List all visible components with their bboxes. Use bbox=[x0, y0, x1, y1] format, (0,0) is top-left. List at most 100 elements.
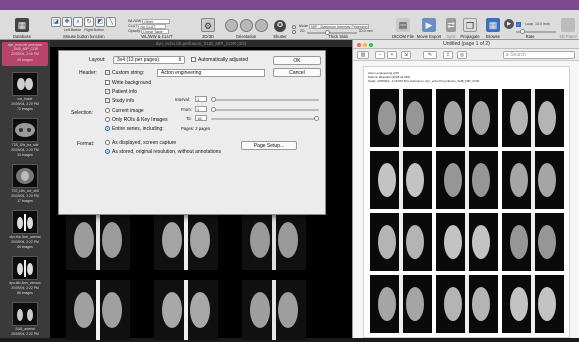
rate-slider-knob[interactable] bbox=[520, 29, 525, 34]
sync-group[interactable]: ⇄ Sync bbox=[444, 10, 458, 40]
from-slider[interactable] bbox=[211, 107, 319, 112]
browse-group[interactable]: ▦ Browse bbox=[484, 10, 502, 40]
patient-info-row[interactable]: ✓ Patient info bbox=[105, 89, 137, 95]
mip-image[interactable] bbox=[242, 210, 306, 270]
fit-page-icon[interactable]: ⇲ bbox=[401, 51, 411, 59]
mip-image[interactable] bbox=[66, 280, 130, 340]
sync-icon[interactable]: ⇄ bbox=[446, 18, 456, 32]
search-field[interactable]: ⌕ Search bbox=[503, 51, 575, 59]
patient-info-checkbox[interactable]: ✓ bbox=[105, 89, 110, 95]
study-info-checkbox[interactable]: ✓ bbox=[105, 98, 110, 104]
coronal-orientation-icon[interactable] bbox=[239, 19, 253, 32]
study-info-row[interactable]: ✓ Study info bbox=[105, 98, 134, 104]
as-stored-radio[interactable] bbox=[105, 149, 110, 155]
ok-button[interactable]: OK bbox=[273, 56, 321, 65]
database-group[interactable]: ▦ Database bbox=[4, 10, 40, 40]
series-item[interactable]: dyn_echo bh perfusion _SUB_MIP_COR 20/09… bbox=[2, 42, 48, 66]
to-slider[interactable] bbox=[211, 116, 319, 121]
dicom-file-icon[interactable]: ▤ bbox=[396, 18, 410, 32]
to-input[interactable]: 15 bbox=[195, 115, 207, 121]
mip-image[interactable] bbox=[66, 210, 130, 270]
shutter-icon[interactable]: ✪ bbox=[274, 20, 286, 32]
contrast-icon[interactable]: ◩ bbox=[95, 17, 105, 27]
slab-slider[interactable] bbox=[306, 29, 357, 35]
close-dot-icon[interactable] bbox=[357, 43, 361, 47]
from-input[interactable]: 1 bbox=[195, 106, 207, 112]
wlww-label: WL/WW & CLUT bbox=[141, 34, 173, 39]
zoom-out-icon[interactable]: − bbox=[375, 51, 385, 59]
as-displayed-row[interactable]: As displayed, screen capture bbox=[105, 140, 176, 146]
move-icon[interactable]: ✚ bbox=[62, 17, 72, 27]
mip-image[interactable] bbox=[154, 280, 218, 340]
rotate-icon[interactable]: ↻ bbox=[84, 17, 94, 27]
custom-string-input[interactable]: Acton engineering bbox=[157, 69, 265, 77]
2d3d-icon[interactable]: ⚙ bbox=[201, 18, 215, 32]
dicom-file-group[interactable]: ▤ DICOM File bbox=[392, 10, 414, 40]
3d-panel-group[interactable]: 3D Panel bbox=[558, 10, 578, 40]
auto-adjust-checkbox[interactable] bbox=[191, 57, 196, 63]
series-item[interactable]: dyn-tkb-3cm_arterial 20/09/04, 2:22 PM 6… bbox=[2, 210, 48, 250]
custom-string-row[interactable]: ✓ Custom string: bbox=[105, 70, 144, 76]
kidney-mip-icon bbox=[378, 151, 424, 209]
as-displayed-radio[interactable] bbox=[105, 140, 110, 146]
play-icon[interactable]: ▶ bbox=[504, 19, 514, 29]
movie-export-group[interactable]: ▶ Movie Export bbox=[416, 10, 442, 40]
interval-slider[interactable] bbox=[211, 97, 319, 102]
preview-page[interactable]: Acton engineering 2/15 Patient: Beautifu… bbox=[363, 66, 570, 338]
shutter-group[interactable]: ✪ Shutter bbox=[270, 10, 290, 40]
slab-2d-radio[interactable] bbox=[292, 29, 296, 34]
sagittal-orientation-icon[interactable] bbox=[254, 19, 268, 32]
interval-slider-knob[interactable] bbox=[211, 97, 216, 102]
movie-export-icon[interactable]: ▶ bbox=[422, 18, 436, 32]
share-icon[interactable]: ⇪ bbox=[443, 51, 453, 59]
right-button-label[interactable]: Right Button bbox=[84, 28, 104, 33]
cancel-button[interactable]: Cancel bbox=[273, 68, 321, 77]
zoom-in-icon[interactable]: + bbox=[387, 51, 397, 59]
browse-icon[interactable]: ▦ bbox=[486, 18, 500, 32]
propagate-group[interactable]: ❐ Propagate bbox=[458, 10, 482, 40]
series-item[interactable]: SUB_arterial 20/09/04, 2:22 PM bbox=[2, 302, 48, 336]
markup-icon[interactable]: ✎ bbox=[423, 51, 437, 59]
series-item[interactable]: cor_haste 20/09/04, 2:20 PM 72 images bbox=[2, 72, 48, 112]
current-image-radio[interactable] bbox=[105, 108, 110, 114]
window-level-icon[interactable]: ◪ bbox=[51, 17, 61, 27]
only-rois-radio[interactable] bbox=[105, 117, 110, 123]
loop-checkbox[interactable]: ✓ bbox=[516, 21, 521, 27]
propagate-icon[interactable]: ❐ bbox=[463, 18, 477, 32]
mode-radio[interactable] bbox=[292, 24, 296, 29]
zoom-dot-icon[interactable] bbox=[369, 43, 373, 47]
write-background-row[interactable]: Write background bbox=[105, 80, 151, 86]
interval-input[interactable]: 1 bbox=[195, 96, 207, 102]
only-rois-row[interactable]: Only ROIs & Key Images bbox=[105, 117, 168, 123]
as-stored-row[interactable]: As stored, original resolution, without … bbox=[105, 149, 221, 155]
rate-slider[interactable] bbox=[516, 29, 556, 34]
database-icon[interactable]: ▦ bbox=[15, 18, 29, 32]
layout-select[interactable]: 3x4 (12 per pages) ⇕ bbox=[113, 56, 185, 64]
rate-group: ▶ ✓ Loop 10.0 im/s Rate bbox=[504, 10, 556, 40]
sidebar-toggle-icon[interactable]: ▥ bbox=[357, 51, 369, 59]
series-item[interactable]: T2S_t2fs_tra_shif 20/09/04, 2:20 PM 33 i… bbox=[2, 118, 48, 158]
2d3d-group[interactable]: ⚙ 2D/3D bbox=[196, 10, 220, 40]
minimize-dot-icon[interactable] bbox=[363, 43, 367, 47]
left-button-label[interactable]: Left Button bbox=[64, 28, 81, 33]
write-background-checkbox[interactable] bbox=[105, 80, 110, 86]
from-slider-knob[interactable] bbox=[211, 107, 216, 112]
series-item[interactable]: dyn-tkb-3cm_venous 20/09/04, 2:22 PM 66 … bbox=[2, 256, 48, 296]
axial-orientation-icon[interactable] bbox=[224, 19, 238, 32]
zoom-icon[interactable]: ⌕ bbox=[73, 17, 83, 27]
custom-string-checkbox[interactable]: ✓ bbox=[105, 70, 110, 76]
entire-series-row[interactable]: Entire series, including: bbox=[105, 126, 164, 132]
to-slider-knob[interactable] bbox=[314, 116, 319, 121]
entire-series-radio[interactable] bbox=[105, 126, 110, 132]
series-item[interactable]: T2S_t2fs_cor_shif 20/09/04, 2:20 PM 17 i… bbox=[2, 164, 48, 204]
custom-string-label: Custom string: bbox=[112, 70, 145, 76]
auto-adjust-row[interactable]: Automatically adjusted bbox=[191, 57, 248, 63]
roi-icon[interactable]: ╲ bbox=[106, 17, 116, 27]
mip-image[interactable] bbox=[242, 280, 306, 340]
mip-image[interactable] bbox=[154, 210, 218, 270]
3d-panel-icon[interactable] bbox=[561, 18, 575, 32]
current-image-row[interactable]: Current image bbox=[105, 108, 144, 114]
page-setup-button[interactable]: Page Setup... bbox=[241, 141, 297, 150]
annotate-icon[interactable]: ◎ bbox=[457, 51, 467, 59]
slab-slider-knob[interactable] bbox=[324, 29, 330, 35]
